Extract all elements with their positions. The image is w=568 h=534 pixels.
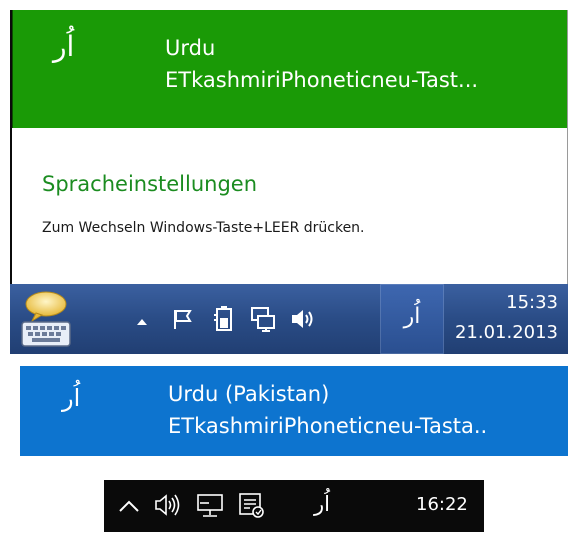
language-indicator[interactable]: اُر	[314, 492, 330, 516]
clock-time[interactable]: 16:22	[416, 494, 468, 515]
language-settings-link[interactable]: Spracheinstellungen	[42, 172, 257, 196]
network-icon[interactable]	[250, 306, 276, 336]
switch-hint-text: Zum Wechseln Windows-Taste+LEER drücken.	[42, 220, 365, 236]
chevron-up-icon[interactable]	[136, 312, 148, 331]
chevron-up-icon[interactable]	[118, 498, 140, 517]
battery-icon[interactable]	[213, 306, 235, 336]
action-center-icon[interactable]	[238, 492, 266, 524]
selected-language-item[interactable]: اُر Urdu ETkashmiriPhoneticneu-Tast...	[12, 10, 567, 128]
input-language-flyout-win10[interactable]: اُر Urdu (Pakistan) ETkashmiriPhoneticne…	[20, 366, 568, 456]
language-name: Urdu	[165, 36, 216, 60]
clock-date[interactable]: 21.01.2013	[448, 322, 558, 343]
taskbar-win8: اُر 15:33 21.01.2013	[10, 284, 568, 354]
speaker-icon[interactable]	[290, 306, 316, 336]
urdu-input-glyph: اُر	[62, 384, 81, 412]
speaker-icon[interactable]	[154, 493, 182, 521]
urdu-input-glyph: اُر	[403, 304, 421, 329]
input-language-flyout: اُر Urdu ETkashmiriPhoneticneu-Tast... S…	[10, 10, 568, 284]
flag-icon[interactable]	[172, 308, 194, 334]
language-indicator[interactable]: اُر	[380, 284, 444, 354]
keyboard-layout-name: ETkashmiriPhoneticneu-Tasta..	[168, 414, 488, 438]
network-icon[interactable]	[196, 493, 224, 523]
language-name: Urdu (Pakistan)	[168, 382, 330, 406]
keyboard-layout-name: ETkashmiriPhoneticneu-Tast...	[165, 68, 479, 92]
speech-bubble-keyboard-icon[interactable]	[16, 288, 76, 350]
clock-time[interactable]: 15:33	[448, 292, 558, 313]
taskbar-win10: اُر 16:22	[104, 480, 484, 532]
urdu-input-glyph: اُر	[53, 30, 75, 63]
